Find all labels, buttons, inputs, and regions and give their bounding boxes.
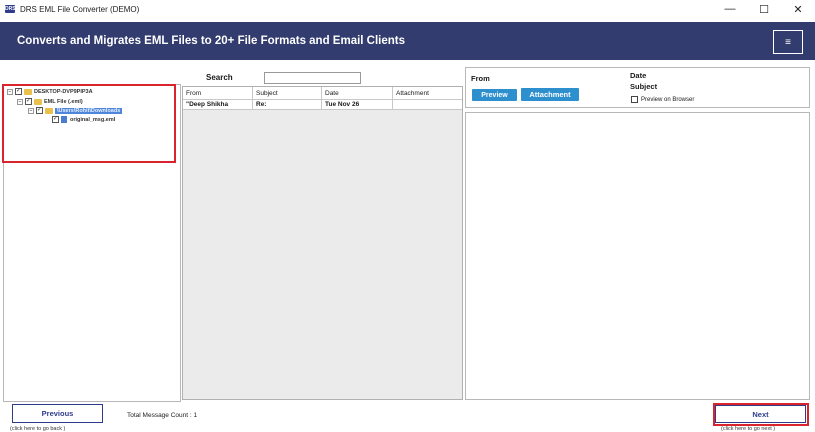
maximize-icon[interactable]: ☐: [747, 0, 781, 18]
column-header-subject[interactable]: Subject: [253, 87, 322, 99]
table-row[interactable]: "Deep Shikha Re: Tue Nov 26: [183, 100, 462, 110]
previous-hint: (click here to go back ): [10, 426, 66, 432]
hamburger-icon: ≡: [785, 36, 791, 48]
preview-subject-label: Subject: [630, 82, 658, 91]
title-bar: DRS DRS EML File Converter (DEMO) — ☐ ✕: [0, 0, 815, 18]
preview-button[interactable]: Preview: [472, 89, 517, 101]
preview-body: [465, 112, 810, 400]
mail-list-table: From Subject Date Attachment "Deep Shikh…: [182, 86, 463, 400]
cell-from: "Deep Shikha: [183, 100, 253, 109]
total-message-count: Total Message Count : 1: [127, 412, 198, 419]
header-banner: Converts and Migrates EML Files to 20+ F…: [0, 22, 815, 60]
search-label: Search: [206, 73, 233, 82]
highlight-box-tree: [2, 84, 176, 163]
app-logo-icon: DRS: [5, 5, 16, 13]
column-header-attachment[interactable]: Attachment: [393, 87, 462, 99]
hamburger-menu-button[interactable]: ≡: [773, 30, 803, 54]
attachment-button[interactable]: Attachment: [521, 88, 579, 101]
search-input[interactable]: [264, 72, 361, 84]
preview-on-browser-checkbox[interactable]: [631, 96, 638, 103]
window-title: DRS EML File Converter (DEMO): [20, 4, 140, 14]
cell-attachment: [393, 100, 462, 109]
preview-on-browser-toggle[interactable]: Preview on Browser: [631, 96, 694, 103]
preview-on-browser-label: Preview on Browser: [641, 96, 695, 103]
preview-from-label: From: [471, 74, 490, 83]
preview-date-label: Date: [630, 71, 647, 80]
next-hint: (click here to go next ): [721, 426, 776, 432]
window-controls: — ☐ ✕: [713, 0, 815, 18]
cell-subject: Re:: [253, 100, 322, 109]
table-header: From Subject Date Attachment: [183, 87, 462, 100]
close-icon[interactable]: ✕: [781, 0, 815, 18]
previous-button[interactable]: Previous: [12, 404, 103, 423]
minimize-icon[interactable]: —: [713, 0, 747, 18]
banner-title: Converts and Migrates EML Files to 20+ F…: [17, 35, 406, 47]
cell-date: Tue Nov 26: [322, 100, 393, 109]
column-header-from[interactable]: From: [183, 87, 253, 99]
column-header-date[interactable]: Date: [322, 87, 393, 99]
highlight-box-next: [713, 403, 809, 426]
preview-header: From Date Subject Preview Attachment Pre…: [465, 67, 810, 108]
